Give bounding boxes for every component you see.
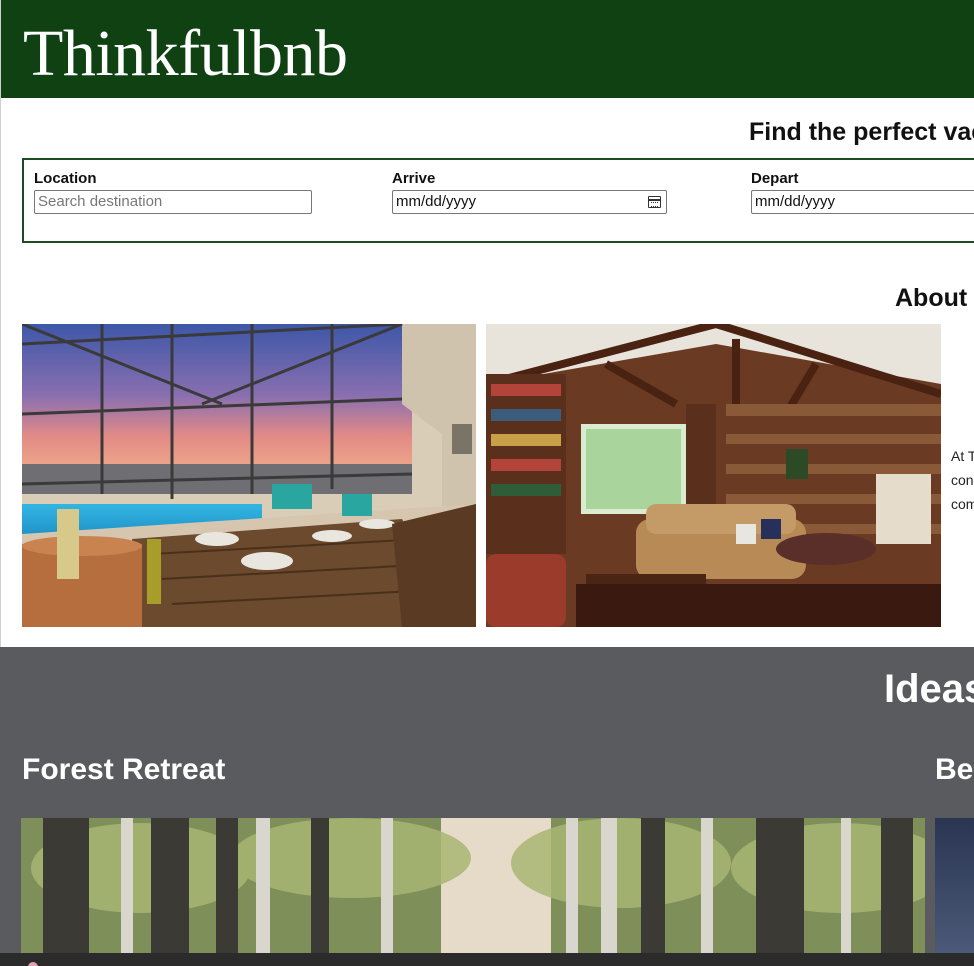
ideas-title: Ideas [884,667,974,711]
search-form: Location Search destination Arrive mm/dd… [22,158,974,243]
site-header: Thinkfulbnb [0,0,974,98]
calendar-icon[interactable] [648,196,661,208]
cabin-interior-photo [486,324,941,627]
arrive-date-input[interactable]: mm/dd/yyyy [392,190,667,214]
depart-date-value: mm/dd/yyyy [755,193,836,210]
about-text-line: con [951,472,974,488]
pool-patio-photo [22,324,476,627]
depart-field-group: Depart mm/dd/yyyy [751,170,974,214]
location-label: Location [34,170,97,187]
arrive-date-value: mm/dd/yyyy [396,193,477,210]
arrive-field-group: Arrive mm/dd/yyyy [392,170,667,214]
about-title: About [895,284,968,312]
ideas-section: Ideas Forest Retreat Bea [0,647,974,966]
about-text-line: At T [951,448,974,464]
idea-title-forest-retreat[interactable]: Forest Retreat [22,753,225,787]
forest-retreat-photo[interactable] [21,818,925,955]
about-text-line: com [951,496,974,512]
location-input[interactable]: Search destination [34,190,312,214]
idea-title-beach[interactable]: Bea [935,753,974,787]
about-text: At T con com [951,444,974,516]
arrive-label: Arrive [392,170,436,187]
taskbar [0,953,974,966]
beach-photo[interactable] [935,818,974,955]
search-tagline: Find the perfect vaca [749,118,974,146]
depart-date-input[interactable]: mm/dd/yyyy [751,190,974,214]
location-field-group: Location Search destination [34,170,312,214]
depart-label: Depart [751,170,799,187]
brand-logo-text[interactable]: Thinkfulbnb [23,14,348,94]
app-indicator-icon[interactable] [28,962,38,966]
main-content: Find the perfect vaca Location Search de… [0,98,974,648]
